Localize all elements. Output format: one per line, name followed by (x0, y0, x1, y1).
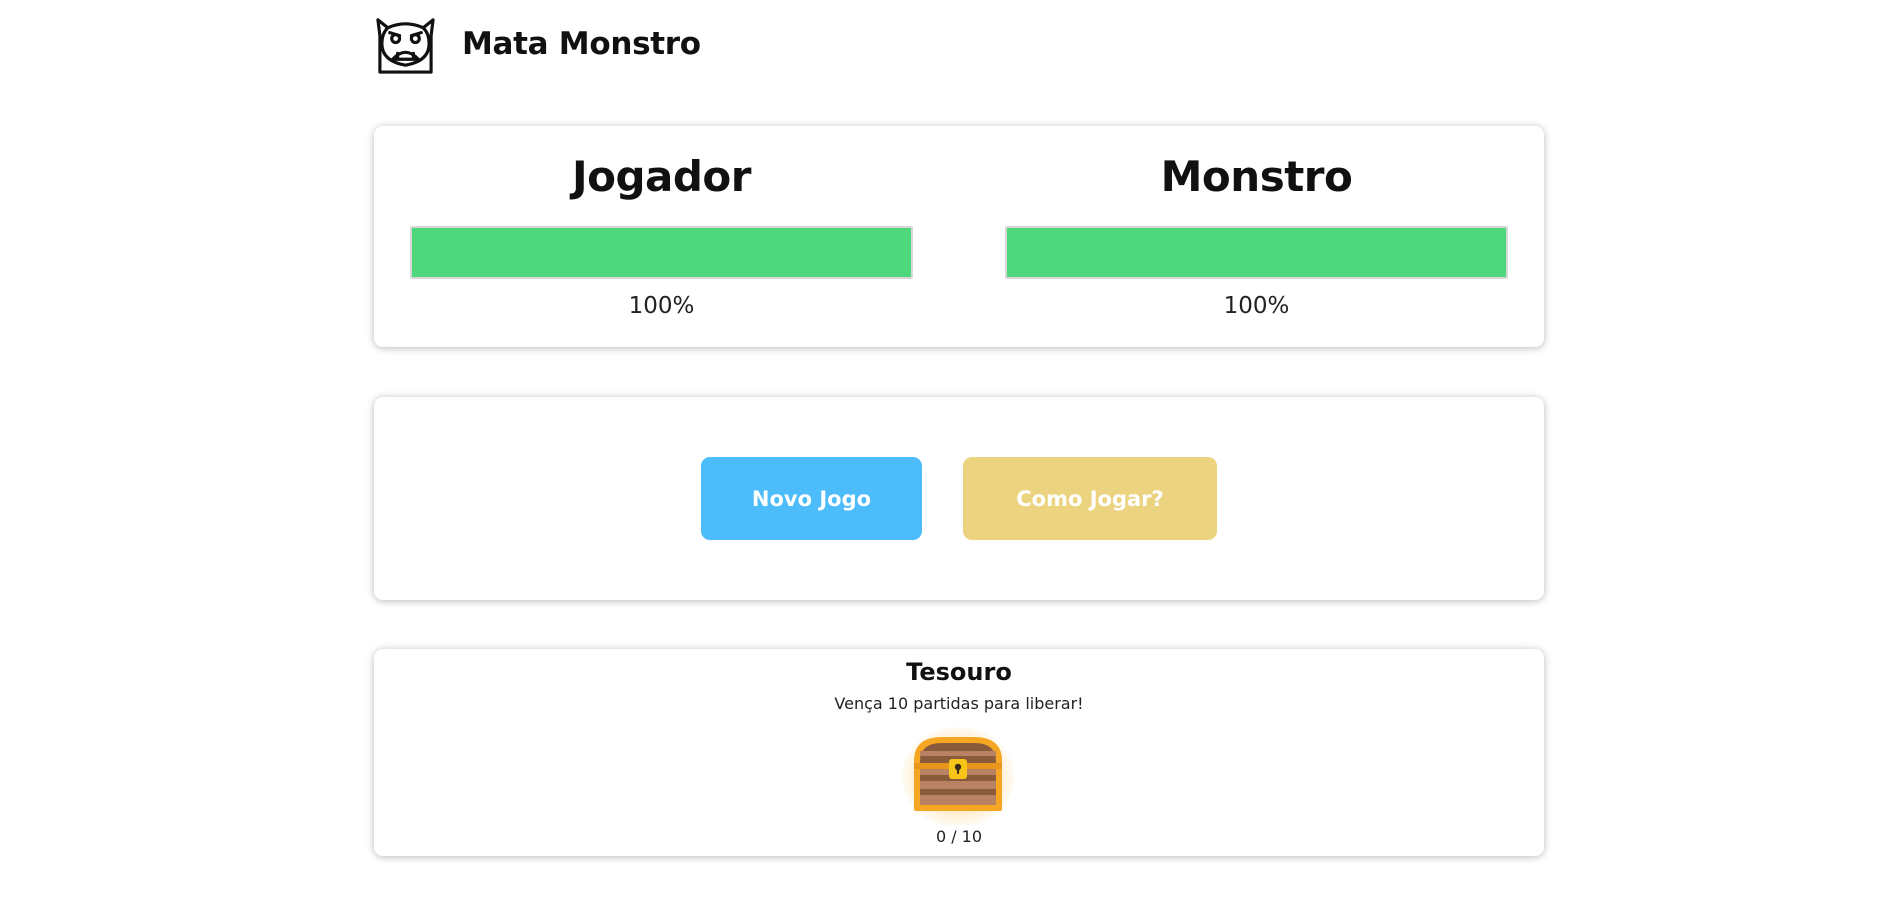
player-health-fill (412, 228, 911, 278)
player-health-percent: 100% (628, 293, 695, 320)
how-to-play-button[interactable]: Como Jogar? (963, 457, 1217, 540)
app-title: Mata Monstro (462, 25, 701, 62)
actions-panel: Novo Jogo Como Jogar? (374, 397, 1544, 600)
monster-name: Monstro (1160, 152, 1353, 201)
new-game-button[interactable]: Novo Jogo (701, 457, 922, 540)
treasure-title: Tesouro (906, 658, 1012, 686)
monster-status: Monstro 100% (1005, 152, 1508, 320)
game-page: Mata Monstro Jogador 100% Monstro 100% N… (0, 0, 1900, 913)
monster-health-fill (1007, 228, 1506, 278)
treasure-panel: Tesouro Vença 10 partidas para liberar! … (374, 649, 1544, 856)
player-name: Jogador (571, 152, 752, 201)
player-health-bar (410, 226, 913, 280)
treasure-chest-icon (902, 727, 1014, 825)
player-status: Jogador 100% (410, 152, 913, 320)
monster-health-bar (1005, 226, 1508, 280)
treasure-subtitle: Vença 10 partidas para liberar! (834, 694, 1084, 713)
health-panel: Jogador 100% Monstro 100% (374, 126, 1544, 347)
monster-health-percent: 100% (1223, 293, 1290, 320)
treasure-progress: 0 / 10 (935, 827, 983, 846)
app-header: Mata Monstro (374, 12, 701, 75)
monster-face-icon (376, 18, 435, 74)
